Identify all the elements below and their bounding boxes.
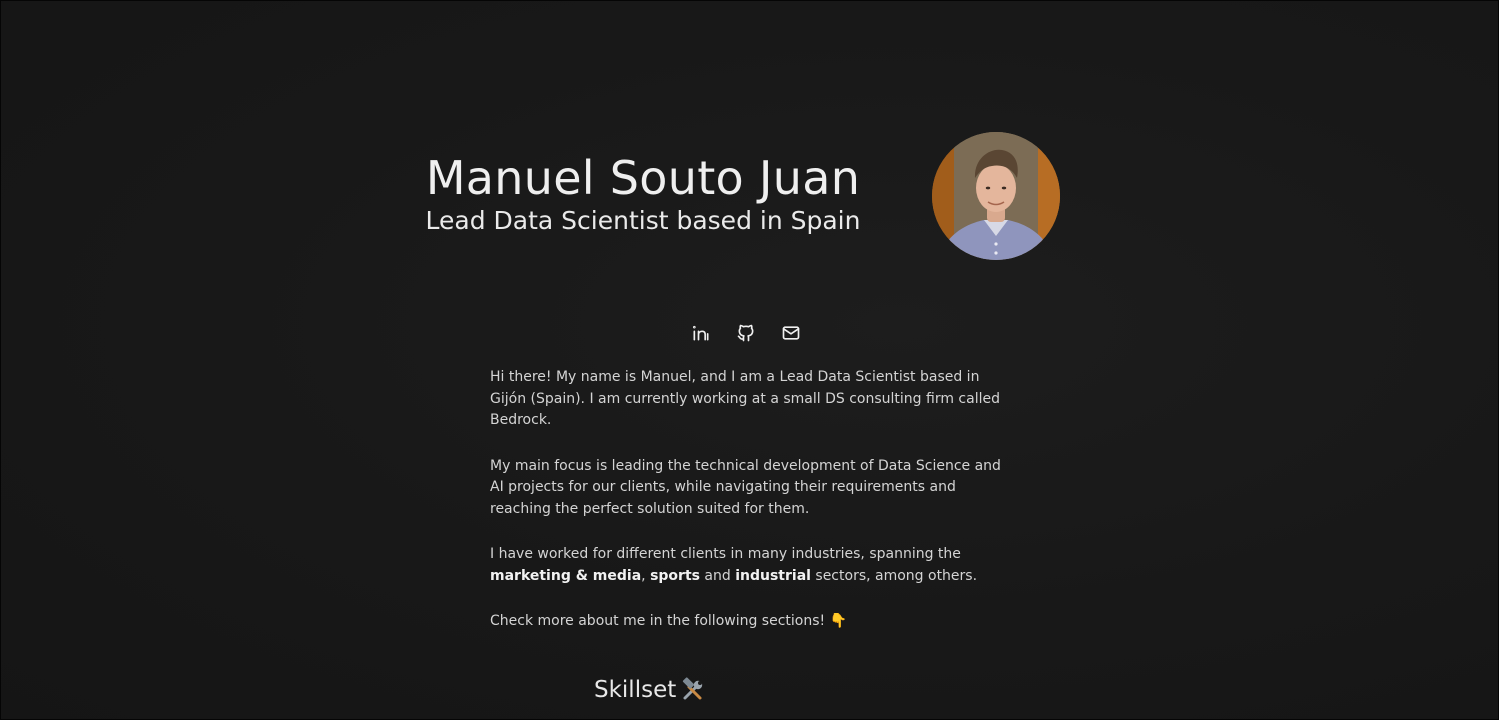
bio-industries-intro: I have worked for different clients in m… [490, 546, 961, 562]
linkedin-icon [692, 325, 708, 341]
bio-paragraph-focus: My main focus is leading the technical d… [490, 457, 1001, 517]
bio: Hi there! My name is Manuel, and I am a … [490, 367, 1010, 657]
skillset-heading: Skillset [594, 677, 706, 703]
bio-paragraph-industries: I have worked for different clients in m… [490, 544, 1010, 587]
avatar-portrait [932, 132, 1060, 260]
hero-section: Manuel Souto Juan Lead Data Scientist ba… [1, 1, 1498, 719]
page-subtitle: Lead Data Scientist based in Spain [425, 206, 861, 235]
skillset-title: Skillset [594, 677, 677, 703]
social-links [690, 321, 801, 345]
bio-paragraph-intro: Hi there! My name is Manuel, and I am a … [490, 369, 1000, 428]
bio-separator: , [641, 567, 651, 584]
page-title: Manuel Souto Juan [425, 151, 861, 205]
mail-icon [782, 326, 799, 340]
industry-industrial: industrial [735, 567, 811, 584]
github-icon [737, 324, 753, 342]
linkedin-link[interactable] [690, 323, 711, 344]
industry-marketing-media: marketing & media [490, 567, 642, 584]
avatar [932, 132, 1060, 260]
email-link[interactable] [780, 323, 801, 344]
industry-sports: sports [650, 567, 700, 584]
bio-separator: and [699, 567, 736, 584]
bio-industries-outro: sectors, among others. [810, 567, 978, 584]
github-link[interactable] [735, 323, 756, 344]
hammer-and-wrench-icon [683, 677, 703, 700]
bio-paragraph-cta: Check more about me in the following sec… [490, 613, 848, 629]
